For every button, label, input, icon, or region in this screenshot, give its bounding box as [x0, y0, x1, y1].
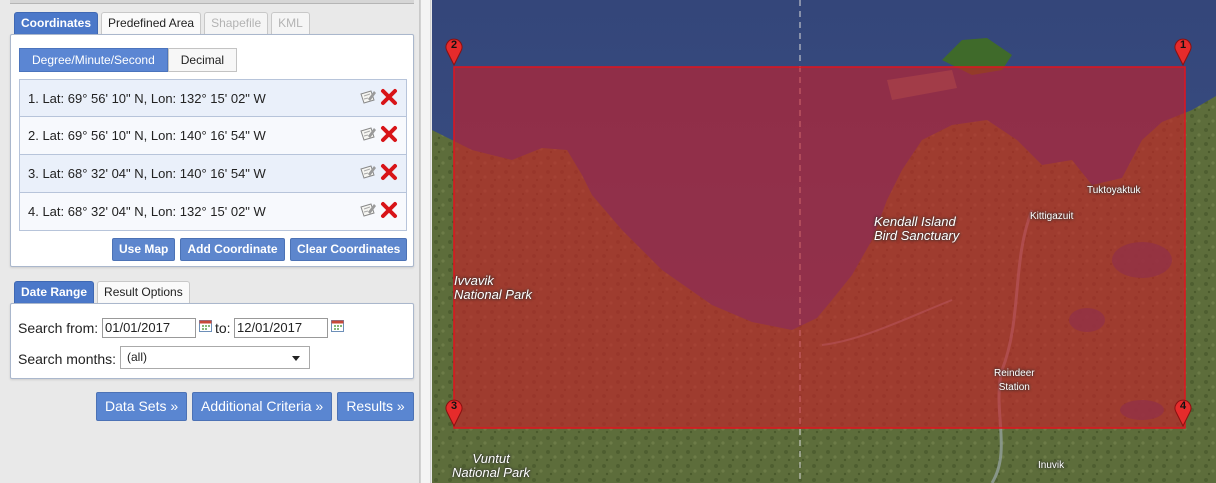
delete-icon[interactable] [380, 88, 398, 106]
tab-predefined-area[interactable]: Predefined Area [101, 12, 202, 34]
map-label-kendall: Kendall Island Bird Sanctuary [874, 214, 960, 243]
decimal-toggle-button[interactable]: Decimal [167, 48, 238, 72]
map-marker-icon[interactable]: 3 [444, 397, 464, 427]
dms-toggle-button[interactable]: Degree/Minute/Second [19, 48, 168, 72]
top-strip [10, 0, 414, 4]
tab-kml: KML [271, 12, 310, 34]
edit-icon[interactable] [359, 163, 377, 181]
satellite-map [432, 0, 1216, 483]
search-months-label: Search months: [18, 351, 117, 367]
panel-splitter[interactable] [420, 0, 431, 483]
marker-number: 2 [450, 39, 458, 51]
marker-number: 3 [450, 400, 458, 412]
date-to-input[interactable]: 12/01/2017 [234, 318, 328, 338]
to-label: to: [215, 320, 231, 336]
map-label-tuktoyaktuk: Tuktoyaktuk [1087, 185, 1141, 196]
coordinate-row: 2. Lat: 69° 56' 10" N, Lon: 140° 16' 54"… [19, 117, 407, 155]
coordinate-text: 3. Lat: 68° 32' 04" N, Lon: 140° 16' 54"… [28, 166, 266, 181]
coordinate-text: 4. Lat: 68° 32' 04" N, Lon: 132° 15' 02"… [28, 204, 266, 219]
search-months-value: (all) [127, 350, 147, 364]
coordinate-row: 1. Lat: 69° 56' 10" N, Lon: 132° 15' 02"… [19, 79, 407, 117]
coordinate-format-toggle: Degree/Minute/Second Decimal [19, 48, 238, 72]
clear-coordinates-button[interactable]: Clear Coordinates [290, 238, 407, 261]
tab-shapefile: Shapefile [204, 12, 269, 34]
delete-icon[interactable] [380, 125, 398, 143]
edit-icon[interactable] [359, 125, 377, 143]
edit-icon[interactable] [359, 88, 377, 106]
calendar-icon[interactable] [331, 319, 344, 332]
criteria-tabs: Date Range Result Options [14, 281, 190, 303]
date-range-panel: Search from: 01/01/2017 to: 12/01/2017 S… [10, 303, 414, 379]
results-button[interactable]: Results » [337, 392, 414, 421]
delete-icon[interactable] [380, 201, 398, 219]
add-coordinate-button[interactable]: Add Coordinate [180, 238, 285, 261]
additional-criteria-button[interactable]: Additional Criteria » [192, 392, 332, 421]
map-marker-icon[interactable]: 2 [444, 36, 464, 66]
map-label-inuvik: Inuvik [1038, 460, 1065, 471]
map-marker-icon[interactable]: 4 [1173, 397, 1193, 427]
use-map-button[interactable]: Use Map [112, 238, 175, 261]
map-label-vuntut: Vuntut National Park [452, 451, 531, 480]
map-label-ivvavik: Ivvavik National Park [454, 273, 533, 302]
tab-result-options[interactable]: Result Options [97, 281, 190, 303]
tab-date-range[interactable]: Date Range [14, 281, 95, 303]
calendar-icon[interactable] [199, 319, 212, 332]
delete-icon[interactable] [380, 163, 398, 181]
tab-coordinates[interactable]: Coordinates [14, 12, 99, 34]
map-label-reindeer-station: Reindeer Station [994, 368, 1035, 393]
map-marker-icon[interactable]: 1 [1173, 36, 1193, 66]
coordinates-panel: Degree/Minute/Second Decimal 1. Lat: 69°… [10, 34, 414, 267]
marker-number: 4 [1179, 400, 1187, 412]
search-from-label: Search from: [18, 320, 99, 336]
marker-number: 1 [1179, 39, 1187, 51]
search-months-select[interactable]: (all) [120, 346, 310, 369]
selection-polygon [453, 66, 1186, 429]
map-label-kittigazuit: Kittigazuit [1030, 211, 1074, 222]
chevron-down-icon [292, 356, 300, 361]
coordinate-row: 4. Lat: 68° 32' 04" N, Lon: 132° 15' 02"… [19, 193, 407, 231]
search-criteria-panel: Coordinates Predefined Area Shapefile KM… [0, 0, 420, 483]
coordinate-row: 3. Lat: 68° 32' 04" N, Lon: 140° 16' 54"… [19, 155, 407, 193]
data-sets-button[interactable]: Data Sets » [96, 392, 187, 421]
coordinate-list: 1. Lat: 69° 56' 10" N, Lon: 132° 15' 02"… [19, 79, 407, 231]
coordinate-text: 1. Lat: 69° 56' 10" N, Lon: 132° 15' 02"… [28, 90, 266, 106]
date-from-input[interactable]: 01/01/2017 [102, 318, 196, 338]
map-view[interactable]: 1 2 3 4 Ivvavik National Park Kendall Is… [432, 0, 1216, 483]
area-tabs: Coordinates Predefined Area Shapefile KM… [14, 12, 310, 34]
coordinate-text: 2. Lat: 69° 56' 10" N, Lon: 140° 16' 54"… [28, 128, 266, 143]
edit-icon[interactable] [359, 201, 377, 219]
